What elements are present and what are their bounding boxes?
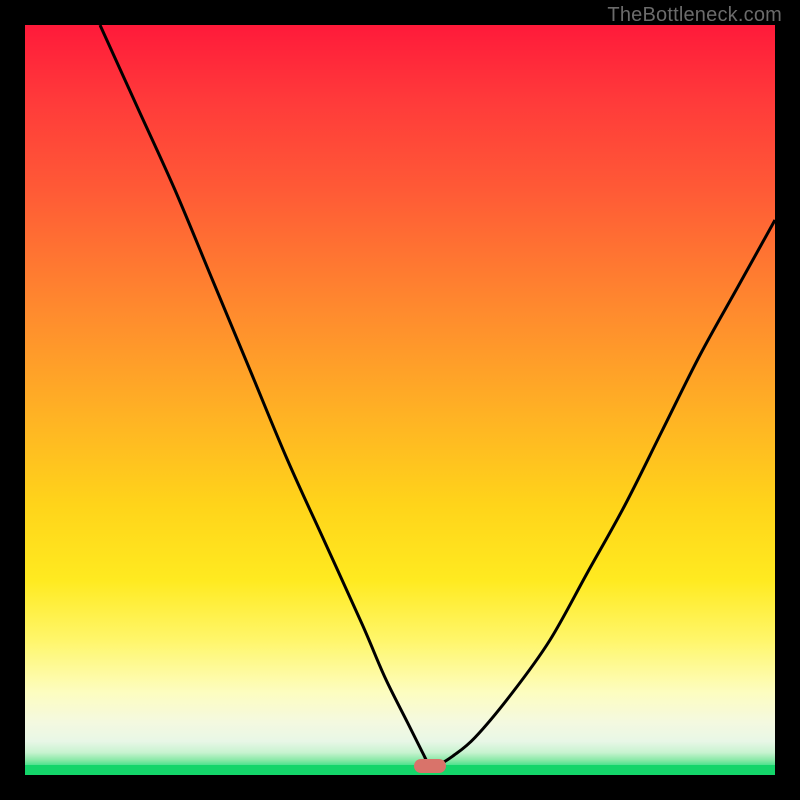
bottleneck-curve-svg [25, 25, 775, 775]
minimum-marker [414, 759, 446, 773]
attribution-text: TheBottleneck.com [607, 4, 782, 27]
chart-frame: TheBottleneck.com [0, 0, 800, 800]
bottleneck-curve-path [100, 25, 775, 767]
plot-area [25, 25, 775, 775]
